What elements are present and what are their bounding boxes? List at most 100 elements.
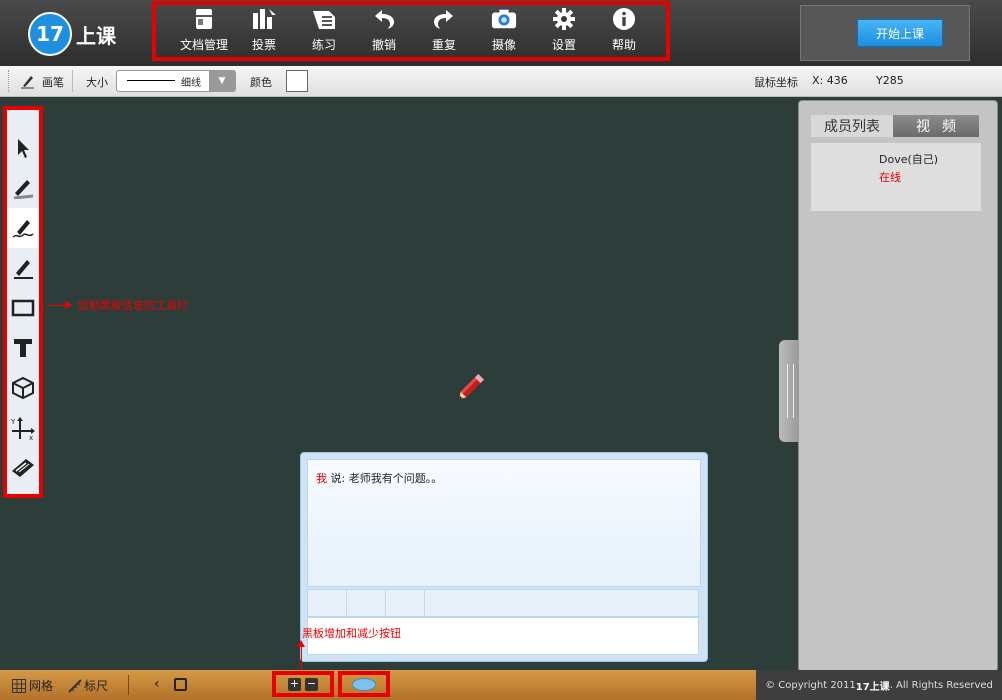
chat-messages: 我 说: 老师我有个问题。。: [307, 459, 701, 587]
pen-label: 画笔: [42, 76, 64, 89]
undo-icon: [371, 6, 397, 32]
line-pen-icon: [14, 260, 33, 279]
chat-bubble-icon: [352, 677, 376, 691]
tool-axis[interactable]: Yx: [7, 408, 39, 448]
tool-eraser[interactable]: [7, 448, 39, 488]
tool-text[interactable]: [7, 328, 39, 368]
copyright: © Copyright 2011 17上课 . All Rights Reser…: [756, 670, 1002, 700]
logo-text: 上课: [76, 23, 116, 48]
menu-label: 帮助: [611, 38, 636, 52]
menu-redo[interactable]: 重复: [414, 6, 474, 53]
tool-rectangle[interactable]: [7, 288, 39, 328]
zoom-out-button[interactable]: −: [305, 677, 318, 691]
top-bar: 17 上课 文档管理 投票 练习 撤销 重复 摄像 设置 帮助 开始上课: [0, 0, 1002, 66]
member-status: 在线: [879, 171, 901, 184]
exercise-icon: [311, 6, 337, 32]
zoom-annotation-text: 黑板增加和减少按钮: [302, 627, 401, 640]
menu-label: 投票: [251, 38, 276, 52]
logo-badge: 17: [28, 12, 72, 56]
chat-toggle-button[interactable]: [338, 671, 390, 697]
grid-icon: [12, 678, 26, 693]
chevron-down-icon[interactable]: ▼: [209, 71, 235, 91]
grid-label: 网格: [29, 679, 54, 693]
app-logo: 17 上课: [28, 12, 116, 56]
redo-icon: [431, 6, 457, 32]
coord-label: 鼠标坐标: [754, 76, 798, 89]
chat-toolbar: [307, 589, 699, 617]
pointer-icon: [18, 139, 29, 158]
start-class-button[interactable]: 开始上课: [857, 19, 943, 47]
size-label: 大小: [86, 76, 108, 89]
copyright-suffix: . All Rights Reserved: [889, 679, 993, 691]
menu-camera[interactable]: 摄像: [474, 6, 534, 53]
ruler-toggle[interactable]: 标尺: [68, 677, 108, 694]
copyright-brand: 17上课: [855, 681, 890, 693]
copyright-prefix: © Copyright 2011: [765, 679, 856, 691]
start-class-panel: 开始上课: [800, 5, 970, 61]
axis-icon: Yx: [10, 417, 35, 441]
annotation-line: [47, 304, 65, 306]
cube-icon: [12, 376, 34, 400]
member-name[interactable]: Dove(自己): [879, 151, 938, 167]
line-size-select[interactable]: 细线 ▼: [116, 70, 236, 92]
chat-message: 我 说: 老师我有个问题。。: [316, 470, 442, 486]
menu-label: 文档管理: [179, 38, 228, 52]
camera-icon: [491, 6, 517, 32]
annotation-arrowhead: [65, 301, 72, 309]
svg-text:Y: Y: [10, 418, 16, 426]
tool-pointer[interactable]: [7, 128, 39, 168]
page-square-icon[interactable]: [174, 678, 187, 691]
gear-icon: [551, 6, 577, 32]
vote-chart-icon: [251, 6, 277, 32]
zoom-annotation-line: [301, 646, 302, 670]
menu-help[interactable]: 帮助: [594, 6, 654, 53]
chat-tool-3[interactable]: [386, 590, 425, 616]
grid-toggle[interactable]: 网格: [12, 677, 53, 694]
highlighter-icon: [13, 180, 34, 199]
ruler-icon: [68, 678, 82, 693]
color-label: 颜色: [250, 76, 272, 89]
svg-text:x: x: [29, 434, 33, 441]
color-picker[interactable]: [286, 70, 308, 92]
menu-settings[interactable]: 设置: [534, 6, 594, 53]
pen-icon: [20, 73, 36, 92]
panel-collapse-handle[interactable]: [779, 340, 799, 442]
member-list: Dove(自己) 在线: [811, 143, 981, 211]
zoom-in-button[interactable]: +: [288, 677, 301, 691]
rectangle-icon: [11, 299, 35, 317]
tool-highlighter[interactable]: [7, 168, 39, 208]
member-panel: 成员列表 视频 Dove(自己) 在线: [798, 100, 998, 672]
size-value: 细线: [181, 78, 201, 89]
board-zoom-controls: + −: [272, 671, 334, 697]
grip-icon: [787, 364, 794, 418]
chat-tool-1[interactable]: [308, 590, 347, 616]
menu-label: 设置: [551, 38, 576, 52]
drawing-options-bar: 画笔 大小 细线 ▼ 颜色 鼠标坐标 X: 436 Y285: [0, 66, 1002, 97]
ruler-label: 标尺: [84, 679, 109, 693]
panel-tabs: 成员列表 视频: [811, 115, 979, 137]
tab-members[interactable]: 成员列表: [811, 115, 893, 137]
tool-cube[interactable]: [7, 368, 39, 408]
tool-line-pen[interactable]: [7, 248, 39, 288]
eraser-icon: [12, 459, 34, 477]
toolbar-grip: [8, 70, 11, 92]
menu-undo[interactable]: 撤销: [354, 6, 414, 53]
toolbar-annotation: 绘制黑板信息的工具栏: [47, 297, 188, 313]
drawing-toolbar: Yx: [3, 106, 43, 498]
menu-vote[interactable]: 投票: [234, 6, 294, 53]
toolbar-annotation-text: 绘制黑板信息的工具栏: [78, 299, 188, 312]
menu-label: 练习: [311, 38, 336, 52]
menu-document-manage[interactable]: 文档管理: [174, 6, 234, 53]
pencil-cursor-icon: [454, 368, 490, 407]
divider: [128, 675, 129, 695]
menu-label: 撤销: [371, 38, 396, 52]
coord-x: X: 436: [812, 74, 848, 87]
tool-freehand-pen[interactable]: [7, 208, 39, 248]
info-icon: [611, 6, 637, 32]
menu-exercise[interactable]: 练习: [294, 6, 354, 53]
menu-label: 摄像: [491, 38, 516, 52]
chevron-left-icon[interactable]: ‹: [154, 676, 160, 692]
tab-video[interactable]: 视频: [893, 115, 979, 137]
size-line-preview: [127, 80, 175, 81]
chat-tool-2[interactable]: [347, 590, 386, 616]
